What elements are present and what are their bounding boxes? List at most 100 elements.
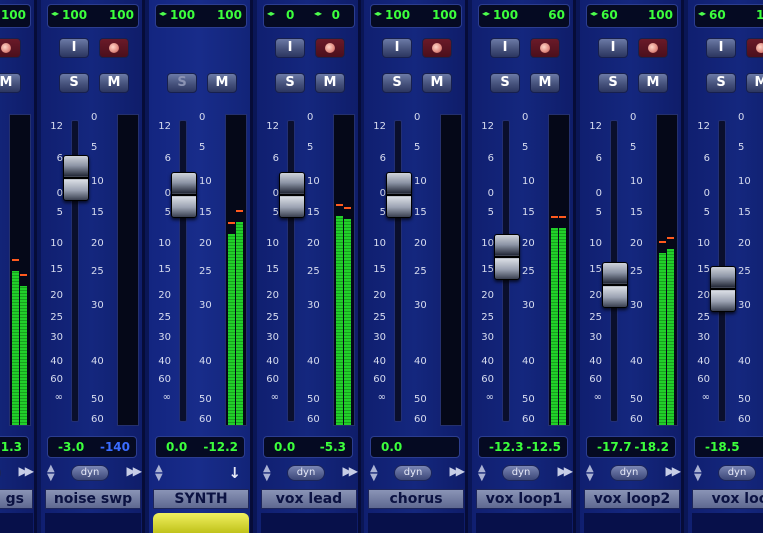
solo-button[interactable]: S [275, 73, 305, 93]
pan-right-value: 60 [548, 8, 565, 22]
volume-readout[interactable]: -3.0 [58, 440, 84, 454]
up-down-arrows-icon[interactable]: ▲ ▼ [478, 464, 486, 483]
forward-icon[interactable]: ▶▶ [127, 464, 143, 478]
solo-button[interactable]: S [490, 73, 520, 93]
output-arrow-icon[interactable]: ↓ [228, 464, 241, 482]
dyn-button[interactable]: dyn [0, 465, 1, 481]
up-down-arrows-icon[interactable]: ▲ ▼ [47, 464, 55, 483]
meter-scale-tick: 40 [91, 356, 104, 367]
fader-scale-tick: 40 [481, 356, 494, 367]
meter-scale: 0 5 10 15 20 25 30 40 50 60 [199, 0, 219, 430]
fader-scale-tick: 40 [50, 356, 63, 367]
fader-scale-tick: 15 [373, 264, 386, 275]
solo-button[interactable]: S [598, 73, 628, 93]
pan-display[interactable]: ◂▸100100 [0, 4, 31, 28]
volume-readout[interactable]: -18.5 [705, 440, 740, 454]
peak-readout[interactable]: -18.2 [634, 440, 669, 454]
peak-readout[interactable]: -12.5 [526, 440, 561, 454]
track-name[interactable]: vox loo [692, 489, 763, 509]
peak-readout[interactable]: -140 [100, 440, 130, 454]
peak-readout[interactable]: -5.3 [320, 440, 346, 454]
up-down-arrows-icon[interactable]: ▲ ▼ [694, 464, 702, 483]
forward-icon[interactable]: ▶▶ [558, 464, 574, 478]
fader-track [179, 120, 187, 422]
pan-left-value: 100 [493, 8, 519, 22]
fader-scale: 12 6 0 5 10 15 20 25 30 40 60 ∞ [688, 0, 710, 430]
volume-fader[interactable] [63, 154, 89, 201]
dyn-button[interactable]: dyn [718, 465, 756, 481]
dyn-button[interactable]: dyn [394, 465, 432, 481]
volume-fader[interactable] [171, 172, 197, 218]
volume-readout[interactable]: 0.0 [274, 440, 295, 454]
meter-scale: 0 5 10 15 20 25 30 40 50 60 [91, 0, 111, 430]
automation-row: ▲▼dyn▶▶ [0, 464, 35, 484]
track-color-bar[interactable] [476, 513, 572, 533]
volume-fader[interactable] [279, 172, 305, 218]
up-down-arrows-icon[interactable]: ▲ ▼ [370, 464, 378, 483]
track-name[interactable]: vox loop1 [476, 489, 572, 509]
track-color-bar[interactable] [261, 513, 357, 533]
up-down-arrows-icon[interactable]: ▲ ▼ [155, 464, 163, 483]
meter-scale-tick: 60 [414, 414, 427, 425]
volume-readout[interactable]: 0.0 [381, 440, 402, 454]
meter-scale-tick: 0 [199, 112, 206, 123]
solo-button[interactable]: S [59, 73, 89, 93]
fader-scale-tick: 60 [481, 374, 494, 385]
volume-fader[interactable] [602, 262, 628, 309]
peak-readout[interactable]: -21.3 [0, 440, 22, 454]
input-button[interactable]: I [598, 38, 628, 58]
track-name[interactable]: SYNTH [153, 489, 249, 509]
track-color-bar[interactable] [45, 513, 141, 533]
peak-readout[interactable]: -12.2 [203, 440, 238, 454]
track-color-bar[interactable] [368, 513, 464, 533]
volume-readout[interactable]: -12.3 [489, 440, 524, 454]
meter-scale-tick: 20 [522, 238, 535, 249]
volume-readout[interactable]: 0.0 [166, 440, 187, 454]
fader-scale-tick: 15 [158, 264, 171, 275]
track-color-bar[interactable] [584, 513, 680, 533]
mute-button[interactable]: M [0, 73, 21, 93]
record-button[interactable] [0, 38, 21, 58]
dyn-button[interactable]: dyn [610, 465, 648, 481]
up-down-arrows-icon[interactable]: ▲ ▼ [263, 464, 271, 483]
volume-readout[interactable]: -17.7 [597, 440, 632, 454]
track-name[interactable]: gs [0, 489, 33, 509]
solo-button[interactable]: S [167, 73, 197, 93]
fader-scale: 12 6 0 5 10 15 20 25 30 40 60 ∞ [41, 0, 63, 430]
volume-fader[interactable] [494, 233, 520, 280]
volume-fader[interactable] [710, 266, 736, 313]
input-button[interactable]: I [706, 38, 736, 58]
input-button[interactable]: I [382, 38, 412, 58]
fader-scale-tick: 12 [373, 121, 386, 132]
track-color-bar[interactable] [0, 513, 33, 533]
meter-scale-tick: 50 [630, 394, 643, 405]
forward-icon[interactable]: ▶▶ [666, 464, 682, 478]
value-readout: -12.3 -12.5 [478, 436, 568, 458]
dyn-button[interactable]: dyn [502, 465, 540, 481]
forward-icon[interactable]: ▶▶ [19, 464, 35, 478]
dyn-button[interactable]: dyn [71, 465, 109, 481]
meter-scale-tick: 40 [414, 356, 427, 367]
meter-scale-tick: 20 [91, 238, 104, 249]
track-name[interactable]: vox loop2 [584, 489, 680, 509]
track-name[interactable]: noise swp [45, 489, 141, 509]
input-button[interactable]: I [275, 38, 305, 58]
fader-scale-tick: 6 [379, 153, 386, 164]
fader-scale-tick: 10 [481, 238, 494, 249]
meter-scale-tick: 5 [199, 142, 206, 153]
track-name[interactable]: vox lead [261, 489, 357, 509]
forward-icon[interactable]: ▶▶ [450, 464, 466, 478]
track-name[interactable]: chorus [368, 489, 464, 509]
fader-scale-tick: 25 [589, 312, 602, 323]
meter-scale-tick: 50 [91, 394, 104, 405]
volume-fader[interactable] [386, 172, 412, 218]
input-button[interactable]: I [59, 38, 89, 58]
forward-icon[interactable]: ▶▶ [343, 464, 359, 478]
track-color-bar[interactable] [692, 513, 763, 533]
solo-button[interactable]: S [382, 73, 412, 93]
input-button[interactable]: I [490, 38, 520, 58]
solo-button[interactable]: S [706, 73, 736, 93]
track-color-bar[interactable] [153, 513, 249, 533]
up-down-arrows-icon[interactable]: ▲ ▼ [586, 464, 594, 483]
dyn-button[interactable]: dyn [287, 465, 325, 481]
